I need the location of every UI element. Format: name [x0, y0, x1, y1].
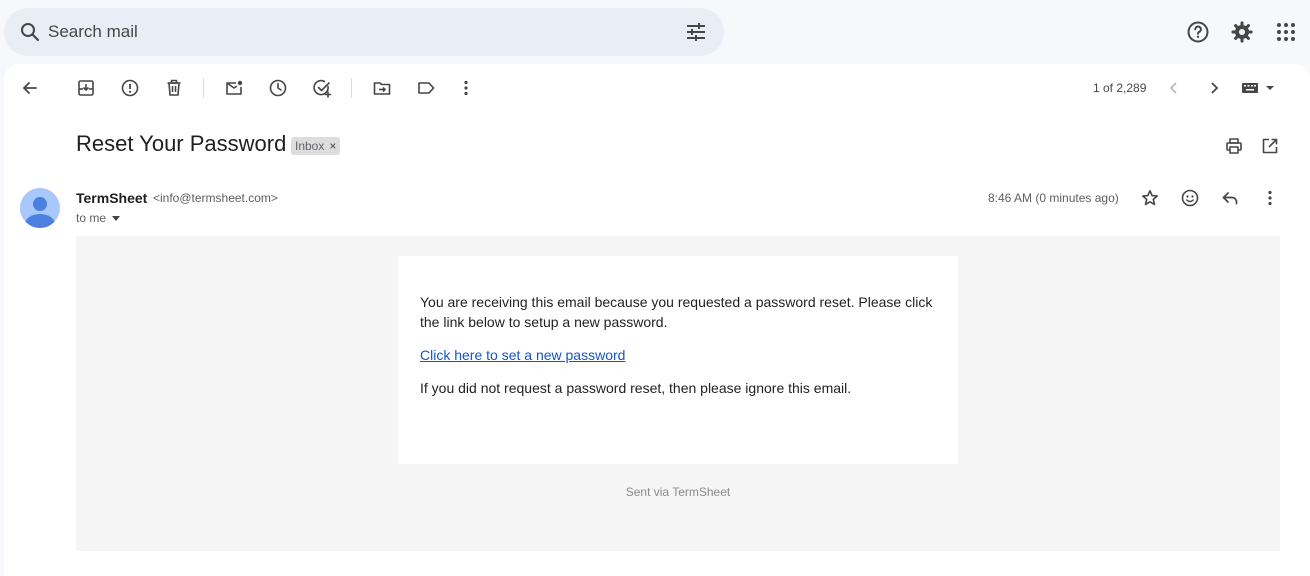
back-arrow-icon[interactable] [20, 78, 40, 98]
body-paragraph: If you did not request a password reset,… [420, 380, 852, 396]
message-panel: 1 of 2,289 Reset Your Password Inbox × T… [4, 64, 1310, 576]
sender-email: <info@termsheet.com> [153, 191, 278, 205]
email-body: You are receiving this email because you… [76, 236, 1280, 551]
body-paragraph: You are receiving this email because you… [420, 294, 933, 330]
message-timestamp: 8:46 AM (0 minutes ago) [988, 191, 1119, 205]
label-tag-icon[interactable] [416, 78, 436, 98]
email-subject: Reset Your Password [76, 131, 287, 156]
search-input[interactable] [48, 20, 648, 44]
mark-unread-icon[interactable] [224, 78, 244, 98]
search-icon[interactable] [18, 20, 42, 44]
more-options-vertical-icon[interactable] [456, 78, 476, 98]
sender-avatar[interactable] [20, 188, 60, 228]
input-tools-keyboard-icon[interactable] [1240, 78, 1276, 98]
move-to-folder-icon[interactable] [372, 78, 392, 98]
more-message-options-icon[interactable] [1260, 188, 1280, 208]
print-icon[interactable] [1224, 136, 1244, 156]
toolbar-divider [203, 78, 204, 98]
open-in-new-window-icon[interactable] [1260, 136, 1280, 156]
settings-gear-icon[interactable] [1230, 20, 1254, 44]
search-options-icon[interactable] [684, 20, 708, 44]
newer-chevron-left-icon[interactable] [1164, 78, 1184, 98]
help-icon[interactable] [1186, 20, 1210, 44]
top-bar [0, 0, 1310, 64]
email-content-card: You are receiving this email because you… [398, 256, 958, 464]
snooze-clock-icon[interactable] [268, 78, 288, 98]
label-name: Inbox [295, 139, 325, 153]
delete-trash-icon[interactable] [164, 78, 184, 98]
inbox-label-chip: Inbox × [291, 137, 341, 155]
older-chevron-right-icon[interactable] [1204, 78, 1224, 98]
reply-arrow-icon[interactable] [1220, 188, 1240, 208]
star-icon[interactable] [1140, 188, 1160, 208]
caret-down-icon [112, 215, 121, 221]
remove-label-button[interactable]: × [329, 139, 336, 153]
archive-icon[interactable] [76, 78, 96, 98]
reset-password-link[interactable]: Click here to set a new password [420, 347, 625, 363]
recipient-text: to me [76, 211, 107, 225]
pagination-count: 1 of 2,289 [1093, 81, 1147, 95]
add-to-tasks-icon[interactable] [312, 78, 332, 98]
sender-name[interactable]: TermSheet [76, 190, 147, 206]
recipient-details-toggle[interactable]: to me [76, 211, 121, 225]
sent-via-footer: Sent via TermSheet [625, 485, 731, 499]
report-spam-icon[interactable] [120, 78, 140, 98]
apps-grid-icon[interactable] [1274, 20, 1298, 44]
search-bar[interactable] [4, 8, 724, 56]
toolbar-divider [351, 78, 352, 98]
add-reaction-emoji-icon[interactable] [1180, 188, 1200, 208]
